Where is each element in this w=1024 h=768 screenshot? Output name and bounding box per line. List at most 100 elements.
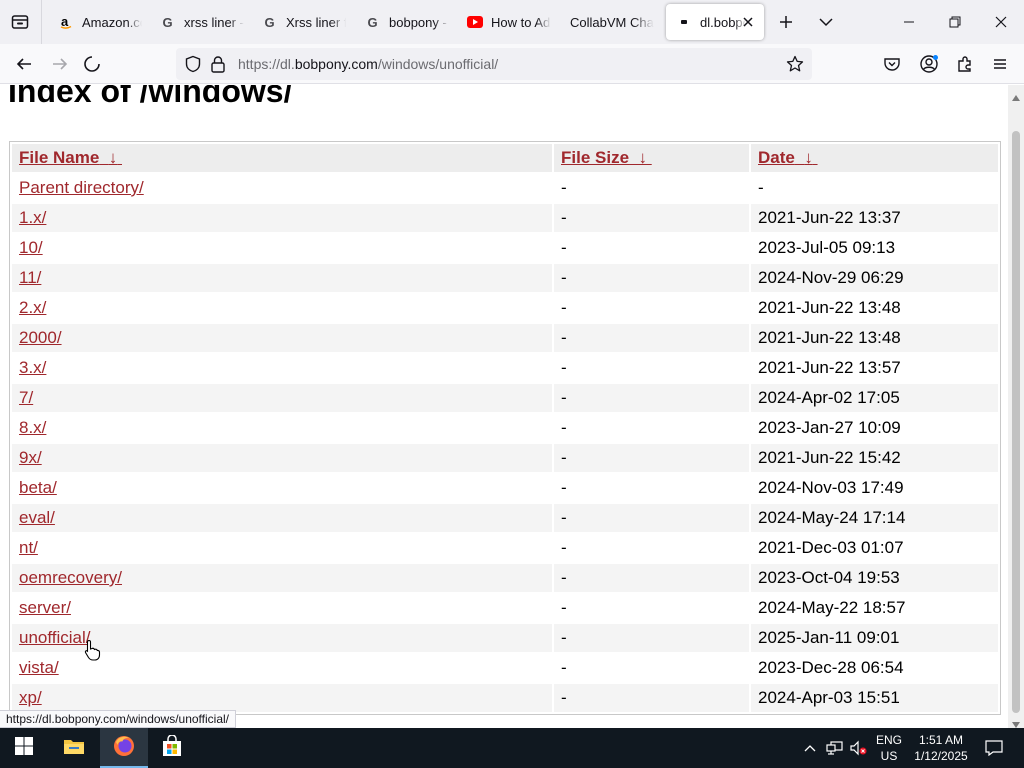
network-icon[interactable] [824,728,846,768]
directory-link[interactable]: 7/ [19,388,33,407]
back-arrow-icon[interactable] [12,52,36,76]
file-date: 2021-Jun-22 13:48 [751,324,998,352]
directory-link[interactable]: 9x/ [19,448,42,467]
file-size: - [554,504,749,532]
tab-google-search-1[interactable]: G xrss liner - Google Search [160,4,245,40]
navigation-toolbar: https://dl.bobpony.com/windows/unofficia… [0,44,1024,84]
extensions-icon[interactable] [953,52,977,76]
tracking-protection-shield-icon[interactable] [184,55,202,78]
scroll-down-icon[interactable] [1011,716,1021,728]
scrollbar-thumb[interactable] [1012,131,1020,713]
page-title: Index of /windows/ [8,85,293,109]
menu-hamburger-icon[interactable] [988,52,1012,76]
firefox-view-icon[interactable] [6,8,34,36]
directory-link[interactable]: xp/ [19,688,42,707]
directory-link[interactable]: nt/ [19,538,38,557]
file-date: 2023-Jan-27 10:09 [758,418,901,437]
stop-loading-icon[interactable] [80,52,104,76]
tab-amazon[interactable]: a Amazon.com [58,4,142,40]
show-hidden-icons-chevron[interactable] [800,728,820,768]
tab-google-search-3[interactable]: G bobpony - Google Search [365,4,450,40]
url-domain: bobpony.com [294,56,378,72]
tab-title: How to Add [491,14,551,30]
file-date: - [758,178,764,197]
svg-text:G: G [368,15,378,29]
table-header-row: File Name ↓ File Size ↓ Date ↓ [12,144,998,172]
table-row: 2000/ -2021-Jun-22 13:48 [12,324,998,352]
file-size: - [561,418,567,437]
table-row: unofficial/ -2025-Jan-11 09:01 [12,624,998,652]
taskbar-firefox[interactable] [100,728,148,768]
directory-link[interactable]: 2000/ [19,328,62,347]
file-size: - [561,238,567,257]
directory-link[interactable]: Parent directory/ [19,178,144,197]
bookmark-star-icon[interactable] [786,55,804,78]
start-button[interactable] [0,728,48,768]
action-center-icon[interactable] [976,728,1012,768]
directory-link[interactable]: 2.x/ [19,298,46,317]
new-tab-icon[interactable] [776,12,796,32]
column-header-size: File Size ↓ [554,144,749,172]
taskbar-microsoft-store[interactable] [148,728,196,768]
sort-by-size-link[interactable]: File Size ↓ [561,148,652,167]
close-tab-icon[interactable] [740,14,756,30]
forward-arrow-icon[interactable] [48,52,72,76]
close-window-icon[interactable] [989,10,1013,34]
directory-link[interactable]: 1.x/ [19,208,46,227]
directory-link[interactable]: eval/ [19,508,55,527]
minimize-icon[interactable] [897,10,921,34]
url-text[interactable]: https://dl.bobpony.com/windows/unofficia… [238,56,498,72]
file-date: 2024-May-22 18:57 [758,598,906,617]
file-date: 2024-Apr-03 15:51 [751,684,998,712]
tab-collabvm[interactable]: CollabVM Chat [570,4,654,40]
file-size: - [554,384,749,412]
svg-text:G: G [265,15,275,29]
directory-link[interactable]: unofficial/ [19,628,91,647]
svg-text:G: G [163,15,173,29]
account-icon[interactable] [917,52,941,76]
file-date: 2021-Jun-22 13:37 [751,204,998,232]
column-label: Date [758,148,795,167]
directory-link[interactable]: 8.x/ [19,418,46,437]
list-all-tabs-icon[interactable] [816,12,836,32]
tab-title: Amazon.com [82,14,142,30]
sort-by-date-link[interactable]: Date ↓ [758,148,818,167]
restore-icon[interactable] [943,10,967,34]
lock-icon[interactable] [210,55,226,78]
youtube-icon [467,14,483,30]
sort-by-name-link[interactable]: File Name ↓ [19,148,122,167]
directory-link[interactable]: 3.x/ [19,358,46,377]
pocket-icon[interactable] [880,52,904,76]
address-bar[interactable]: https://dl.bobpony.com/windows/unofficia… [176,48,812,80]
file-date: 2023-Jul-05 09:13 [758,238,896,257]
file-table: File Name ↓ File Size ↓ Date ↓ Parent di… [10,142,1000,714]
file-size: - [561,178,567,197]
directory-link[interactable]: oemrecovery/ [19,568,122,587]
scroll-up-icon[interactable] [1011,89,1021,101]
file-size: - [554,324,749,352]
file-date: 2023-Dec-28 06:54 [758,658,904,677]
directory-link[interactable]: 11/ [19,268,41,287]
file-listing: File Name ↓ File Size ↓ Date ↓ Parent di… [9,141,1001,715]
input-language-indicator[interactable]: ENG US [872,728,906,768]
tab-youtube[interactable]: How to Add [467,4,551,40]
google-icon: G [365,14,381,30]
system-clock[interactable]: 1:51 AM 1/12/2025 [910,728,972,768]
table-row: 1.x/ -2021-Jun-22 13:37 [12,204,998,232]
table-row: 7/ -2024-Apr-02 17:05 [12,384,998,412]
table-row: beta/ - 2024-Nov-03 17:49 [12,474,998,502]
directory-link[interactable]: 10/ [19,238,43,257]
file-size: - [561,298,567,317]
directory-link[interactable]: server/ [19,598,71,617]
directory-link[interactable]: vista/ [19,658,59,677]
table-row: 9x/ -2021-Jun-22 15:42 [12,444,998,472]
directory-link[interactable]: beta/ [19,478,57,497]
table-row: 3.x/ - 2021-Jun-22 13:57 [12,354,998,382]
tab-google-search-2[interactable]: G Xrss liner for sale [262,4,347,40]
column-label: File Size [561,148,630,167]
keyboard-layout: US [880,749,898,763]
file-date: 2024-May-24 17:14 [751,504,998,532]
taskbar-file-explorer[interactable] [50,728,98,768]
vertical-scrollbar[interactable] [1008,85,1024,728]
volume-muted-icon[interactable] [848,728,870,768]
